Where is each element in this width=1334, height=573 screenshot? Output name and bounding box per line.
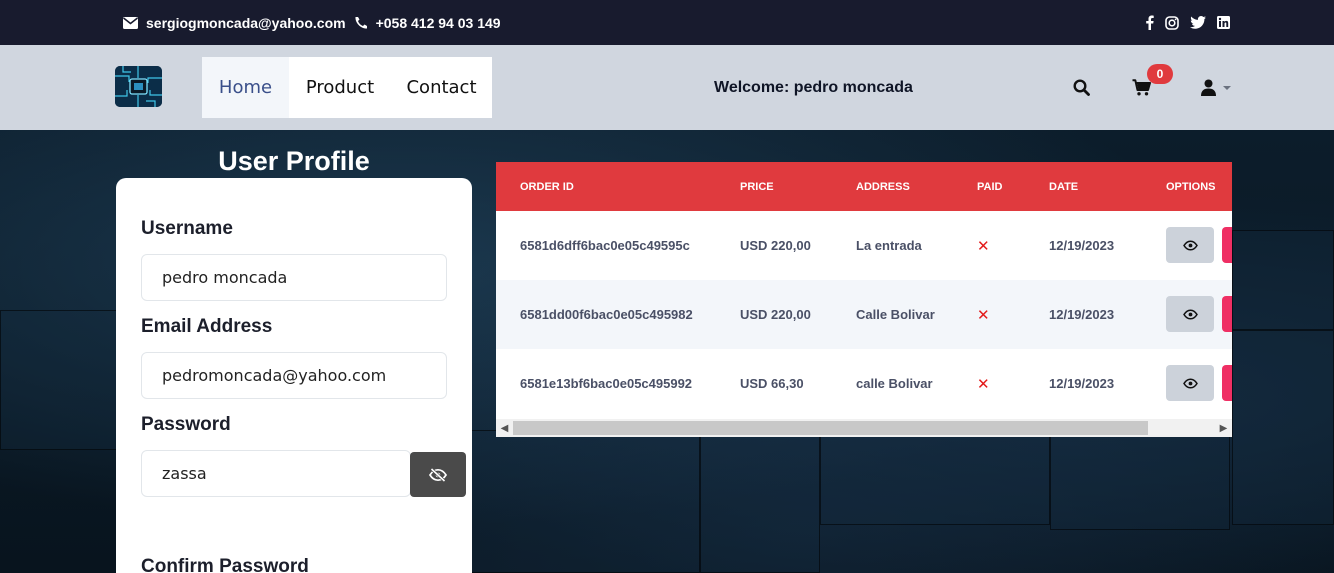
delete-order-button[interactable] (1222, 227, 1232, 263)
contact-email[interactable]: sergiogmoncada@yahoo.com (146, 15, 346, 31)
table-row: 6581dd00f6bac0e05c495982 USD 220,00 Call… (496, 280, 1232, 349)
nav-product[interactable]: Product (289, 57, 391, 118)
cart-count-badge: 0 (1147, 64, 1173, 84)
eye-icon (1182, 239, 1198, 251)
column-header-paid[interactable]: PAID (977, 162, 1002, 211)
instagram-icon[interactable] (1165, 15, 1179, 30)
order-id-cell: 6581d6dff6bac0e05c49595c (520, 238, 690, 253)
nav-contact[interactable]: Contact (391, 57, 492, 118)
email-field[interactable]: pedromoncada@yahoo.com (141, 352, 447, 399)
envelope-icon (123, 16, 138, 29)
nav-links: Home Product Contact (202, 57, 492, 118)
column-header-order-id[interactable]: ORDER ID (520, 162, 574, 211)
scroll-left-icon[interactable]: ◀ (496, 419, 513, 437)
cart-button[interactable] (1132, 45, 1151, 130)
social-links (1145, 0, 1230, 45)
column-header-address[interactable]: ADDRESS (856, 162, 910, 211)
page-title: User Profile (218, 146, 370, 176)
view-order-button[interactable] (1166, 365, 1214, 401)
eye-icon (1182, 377, 1198, 389)
column-header-options[interactable]: OPTIONS (1166, 162, 1216, 211)
password-label: Password (141, 414, 231, 435)
date-cell: 12/19/2023 (1049, 376, 1115, 391)
scroll-right-icon[interactable]: ▶ (1215, 419, 1232, 437)
not-paid-x-icon: ✕ (977, 306, 990, 324)
user-icon (1201, 79, 1216, 96)
main-navbar: Home Product Contact Welcome: pedro monc… (0, 45, 1334, 130)
linkedin-icon[interactable] (1217, 16, 1230, 29)
horizontal-scrollbar[interactable]: ◀ ▶ (496, 419, 1232, 437)
nav-home[interactable]: Home (202, 57, 289, 118)
price-cell: USD 220,00 (740, 307, 811, 322)
email-label: Email Address (141, 316, 273, 337)
profile-form-card: Username pedro moncada Email Address ped… (116, 178, 472, 573)
search-icon (1073, 79, 1090, 96)
contact-phone-wrap: +058 412 94 03 149 (354, 15, 501, 31)
top-contact-bar: sergiogmoncada@yahoo.com +058 412 94 03 … (0, 0, 1334, 45)
date-cell: 12/19/2023 (1049, 307, 1115, 322)
eye-slash-icon (429, 467, 447, 482)
address-cell: Calle Bolivar (856, 307, 935, 322)
twitter-icon[interactable] (1190, 16, 1206, 29)
scrollbar-thumb[interactable] (513, 421, 1148, 435)
welcome-message: Welcome: pedro moncada (714, 78, 913, 96)
phone-icon (355, 16, 367, 29)
table-row: 6581e13bf6bac0e05c495992 USD 66,30 calle… (496, 349, 1232, 418)
password-field[interactable]: zassa (141, 450, 411, 497)
eye-icon (1182, 308, 1198, 320)
search-button[interactable] (1073, 45, 1090, 130)
view-order-button[interactable] (1166, 296, 1214, 332)
delete-order-button[interactable] (1222, 296, 1232, 332)
orders-table: ORDER ID PRICE ADDRESS PAID DATE OPTIONS… (496, 162, 1232, 437)
cart-icon (1132, 79, 1151, 96)
table-header: ORDER ID PRICE ADDRESS PAID DATE OPTIONS (496, 162, 1232, 211)
column-header-date[interactable]: DATE (1049, 162, 1078, 211)
toggle-password-visibility-button[interactable] (410, 452, 466, 497)
delete-order-button[interactable] (1222, 365, 1232, 401)
not-paid-x-icon: ✕ (977, 237, 990, 255)
facebook-icon[interactable] (1145, 15, 1154, 30)
price-cell: USD 66,30 (740, 376, 804, 391)
contact-info: sergiogmoncada@yahoo.com +058 412 94 03 … (123, 0, 501, 45)
contact-phone[interactable]: +058 412 94 03 149 (376, 15, 501, 31)
order-id-cell: 6581dd00f6bac0e05c495982 (520, 307, 693, 322)
username-field[interactable]: pedro moncada (141, 254, 447, 301)
not-paid-x-icon: ✕ (977, 375, 990, 393)
user-menu-button[interactable] (1200, 45, 1232, 130)
price-cell: USD 220,00 (740, 238, 811, 253)
view-order-button[interactable] (1166, 227, 1214, 263)
caret-down-icon (1223, 85, 1231, 90)
address-cell: La entrada (856, 238, 922, 253)
table-row: 6581d6dff6bac0e05c49595c USD 220,00 La e… (496, 211, 1232, 280)
brand-logo[interactable] (115, 66, 162, 107)
username-label: Username (141, 218, 233, 239)
confirm-password-label: Confirm Password (141, 556, 309, 573)
date-cell: 12/19/2023 (1049, 238, 1115, 253)
order-id-cell: 6581e13bf6bac0e05c495992 (520, 376, 693, 391)
circuit-chip-logo-icon (115, 66, 162, 107)
column-header-price[interactable]: PRICE (740, 162, 774, 211)
address-cell: calle Bolivar (856, 376, 933, 391)
